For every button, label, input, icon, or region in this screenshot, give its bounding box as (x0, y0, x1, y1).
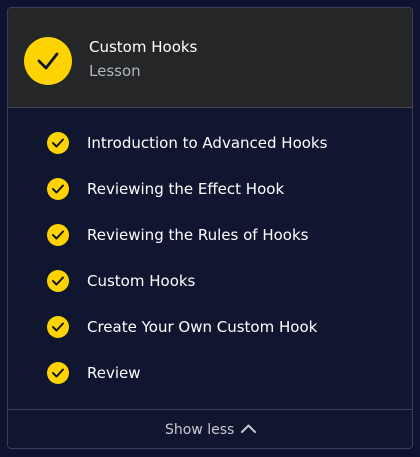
check-circle-icon (47, 224, 69, 246)
check-circle-icon (47, 362, 69, 384)
list-item[interactable]: Reviewing the Rules of Hooks (47, 222, 387, 248)
lesson-list: Introduction to Advanced Hooks Reviewing… (8, 108, 412, 409)
check-circle-icon (47, 178, 69, 200)
list-item[interactable]: Custom Hooks (47, 268, 387, 294)
check-circle-icon (47, 316, 69, 338)
lesson-item-label: Reviewing the Effect Hook (87, 180, 285, 198)
list-item[interactable]: Reviewing the Effect Hook (47, 176, 387, 202)
list-item[interactable]: Create Your Own Custom Hook (47, 314, 387, 340)
lesson-title: Custom Hooks (89, 38, 198, 56)
lesson-card: Custom Hooks Lesson Introduction to Adva… (7, 7, 413, 449)
list-item[interactable]: Review (47, 360, 387, 386)
lesson-item-label: Create Your Own Custom Hook (87, 318, 318, 336)
lesson-item-label: Introduction to Advanced Hooks (87, 134, 328, 152)
chevron-up-icon (241, 424, 256, 433)
footer-divider (8, 409, 412, 410)
lesson-item-label: Reviewing the Rules of Hooks (87, 226, 309, 244)
check-circle-icon (47, 270, 69, 292)
show-less-label: Show less (165, 422, 235, 438)
lesson-item-label: Review (87, 364, 141, 382)
lesson-item-label: Custom Hooks (87, 272, 196, 290)
lesson-header[interactable]: Custom Hooks Lesson (8, 8, 412, 108)
check-circle-icon (24, 37, 72, 85)
lesson-type-label: Lesson (89, 62, 141, 80)
list-item[interactable]: Introduction to Advanced Hooks (47, 130, 387, 156)
show-less-button[interactable]: Show less (165, 418, 265, 442)
check-circle-icon (47, 132, 69, 154)
